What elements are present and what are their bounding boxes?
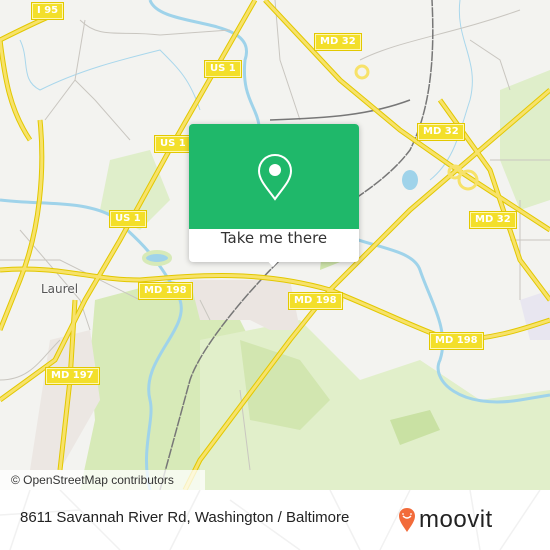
stream	[19, 39, 201, 111]
lake	[142, 250, 172, 266]
moovit-pin-icon	[399, 508, 415, 532]
footer-bar: 8611 Savannah River Rd, Washington / Bal…	[0, 490, 550, 550]
popup-pointer	[265, 258, 281, 267]
popup-header	[189, 124, 359, 229]
railway	[269, 99, 411, 121]
location-popup[interactable]: Take me there	[189, 124, 359, 267]
road-shield-md198: MD 198	[138, 282, 193, 300]
road-shield-us1: US 1	[109, 210, 147, 228]
road-shield-i95: I 95	[30, 2, 65, 20]
road-shield-md198: MD 198	[288, 292, 343, 310]
road-shield-md32: MD 32	[417, 123, 465, 141]
road-shield-us1: US 1	[204, 60, 242, 78]
road-shield-md197: MD 197	[45, 367, 100, 385]
lake	[402, 170, 418, 190]
road-shield-us1: US 1	[154, 135, 192, 153]
place-label-laurel: Laurel	[41, 282, 79, 296]
park-area	[500, 70, 550, 210]
address-text: 8611 Savannah River Rd, Washington / Bal…	[20, 509, 350, 526]
brand-name: moovit	[419, 506, 493, 533]
road-shield-md32: MD 32	[469, 211, 517, 229]
road-shield-md198: MD 198	[429, 332, 484, 350]
map-pin-icon	[257, 153, 293, 201]
map-attribution[interactable]: © OpenStreetMap contributors	[0, 470, 205, 490]
moovit-logo: moovit	[398, 500, 493, 540]
road-shield-md32: MD 32	[314, 33, 362, 51]
map-view[interactable]: I 95 US 1 US 1 US 1 MD 32 MD 32 MD 32 MD…	[0, 0, 550, 490]
